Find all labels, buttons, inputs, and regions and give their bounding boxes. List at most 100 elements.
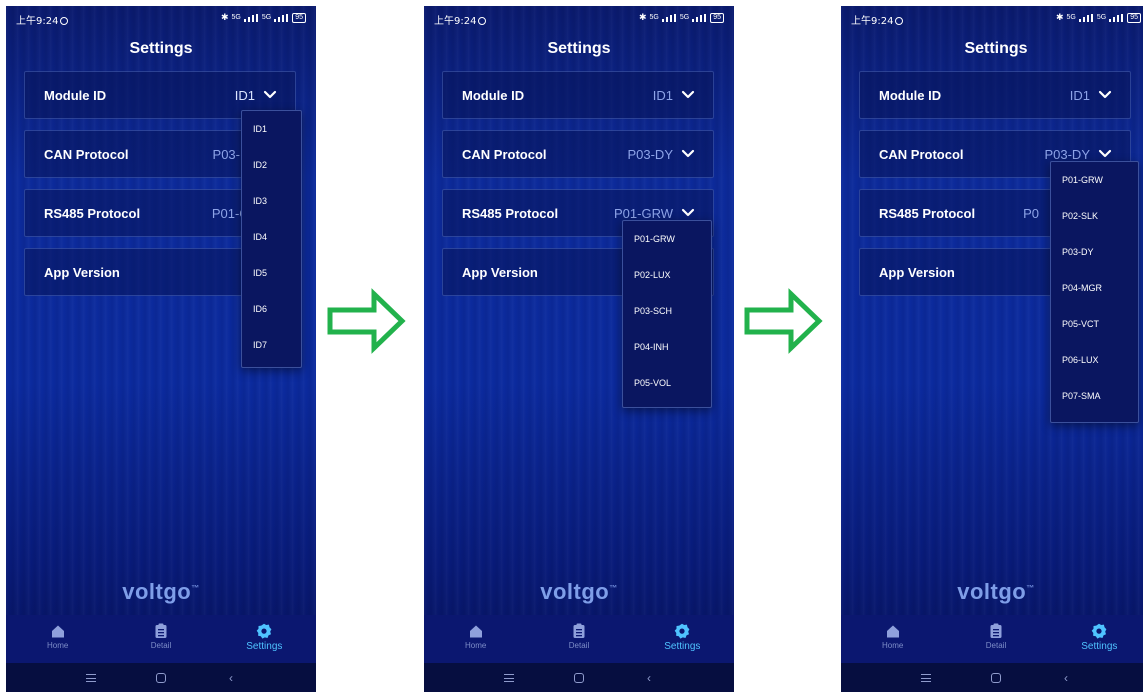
battery-icon: 95 [1127,12,1141,23]
can-protocol-label: CAN Protocol [462,147,547,162]
dropdown-option[interactable]: P05-VCT [1051,310,1138,346]
clipboard-icon [573,623,585,638]
clipboard-icon [155,623,167,638]
dropdown-option[interactable]: P03-SCH [623,297,711,333]
can-protocol-value: P03-DY [1044,147,1090,162]
rs485-protocol-label: RS485 Protocol [879,206,976,221]
nav-home-label: Home [46,641,69,650]
rs485-protocol-label: RS485 Protocol [462,206,559,221]
dropdown-option[interactable]: ID4 [242,223,301,259]
can-protocol-value: P03-DY [627,147,673,162]
dropdown-option[interactable]: ID6 [242,295,301,331]
dropdown-option[interactable]: ID5 [242,259,301,295]
dropdown-option[interactable]: P01-GRW [623,225,711,261]
signal-icon-2 [692,13,707,22]
phone-screen-1: 上午9:24 ✱ 5G 5G 95 Settings Module ID ID1… [6,6,316,692]
dropdown-option[interactable]: P07-SMA [1051,382,1138,418]
can-protocol-dropdown[interactable]: P01-GRW P02-SLK P03-DY P04-MGR P05-VCT P… [1050,161,1139,423]
gear-icon [1092,623,1107,639]
dropdown-option[interactable]: ID3 [242,187,301,223]
nav-settings[interactable]: Settings [1048,615,1143,663]
dropdown-option[interactable]: P02-SLK [1051,202,1138,238]
menu-button[interactable] [84,671,98,685]
nav-home[interactable]: Home [424,615,527,663]
battery-icon: 95 [292,12,306,23]
chevron-down-icon[interactable] [681,205,695,219]
rs485-protocol-dropdown[interactable]: P01-GRW P02-LUX P03-SCH P04-INH P05-VOL [622,220,712,408]
dropdown-option[interactable]: ID7 [242,331,301,367]
module-id-row[interactable]: Module ID ID1 [442,71,714,119]
nav-detail[interactable]: Detail [944,615,1047,663]
back-button[interactable]: ‹ [642,671,656,685]
nav-detail-label: Detail [568,641,590,650]
chevron-down-icon[interactable] [263,87,277,101]
module-id-value: ID1 [652,88,673,103]
app-version-label: App Version [44,265,120,280]
dropdown-option[interactable]: P02-LUX [623,261,711,297]
status-bar: 上午9:24 ✱ 5G 5G 95 [6,6,316,28]
bottom-nav: Home Detail Settings [6,615,316,663]
status-bar: 上午9:24 ✱ 5G 5G 95 [841,6,1143,28]
back-button[interactable]: ‹ [1059,671,1073,685]
chevron-down-icon[interactable] [1098,87,1112,101]
nav-settings-label: Settings [246,641,283,652]
can-protocol-label: CAN Protocol [879,147,964,162]
dropdown-option[interactable]: ID1 [242,115,301,151]
nav-detail[interactable]: Detail [109,615,212,663]
nav-detail-label: Detail [985,641,1007,650]
menu-button[interactable] [919,671,933,685]
menu-button[interactable] [502,671,516,685]
dropdown-option[interactable]: P06-LUX [1051,346,1138,382]
dropdown-option[interactable]: P05-VOL [623,369,711,405]
nav-home-label: Home [881,641,904,650]
menu-icon [921,673,931,682]
square-icon [574,672,584,683]
home-button[interactable] [989,671,1003,685]
signal-icon [661,13,677,22]
signal-icon [1078,13,1094,22]
chevron-down-icon[interactable] [681,146,695,160]
back-icon: ‹ [229,670,233,685]
nav-home[interactable]: Home [6,615,109,663]
brand-logo: voltgo™ [122,579,200,604]
app-version-label: App Version [462,265,538,280]
home-icon [51,625,64,638]
nav-settings[interactable]: Settings [213,615,316,663]
gear-icon [257,623,272,639]
nav-detail-label: Detail [150,641,172,650]
dropdown-option[interactable]: P01-GRW [1051,166,1138,202]
signal-icon [243,13,259,22]
nav-detail[interactable]: Detail [527,615,630,663]
dropdown-option[interactable]: P04-INH [623,333,711,369]
module-id-label: Module ID [44,88,107,103]
phone-screen-3: 上午9:24 ✱ 5G 5G 95 Settings Module ID ID1… [841,6,1143,692]
gear-icon [675,623,690,639]
system-nav: ‹ [841,663,1143,692]
nav-home-label: Home [464,641,487,650]
module-id-row[interactable]: Module ID ID1 [859,71,1131,119]
home-button[interactable] [572,671,586,685]
nav-settings[interactable]: Settings [631,615,734,663]
can-protocol-row[interactable]: CAN Protocol P03-DY [442,130,714,178]
app-version-label: App Version [879,265,955,280]
dropdown-option[interactable]: P04-MGR [1051,274,1138,310]
signal-icon-2 [274,13,289,22]
back-icon: ‹ [647,670,651,685]
chevron-down-icon[interactable] [681,87,695,101]
home-button[interactable] [154,671,168,685]
nav-settings-label: Settings [1081,641,1118,652]
chevron-down-icon[interactable] [1098,146,1112,160]
network-label-2: 5G [1096,14,1107,21]
nav-settings-label: Settings [664,641,701,652]
page-title: Settings [129,40,193,57]
dropdown-option[interactable]: P03-DY [1051,238,1138,274]
system-nav: ‹ [424,663,734,692]
back-button[interactable]: ‹ [224,671,238,685]
dropdown-option[interactable]: ID2 [242,151,301,187]
bluetooth-icon: ✱ [1055,12,1064,22]
nav-home[interactable]: Home [841,615,944,663]
alarm-icon [478,17,487,25]
module-id-dropdown[interactable]: ID1 ID2 ID3 ID4 ID5 ID6 ID7 [241,110,302,368]
alarm-icon [895,17,904,25]
page-title: Settings [547,40,611,57]
